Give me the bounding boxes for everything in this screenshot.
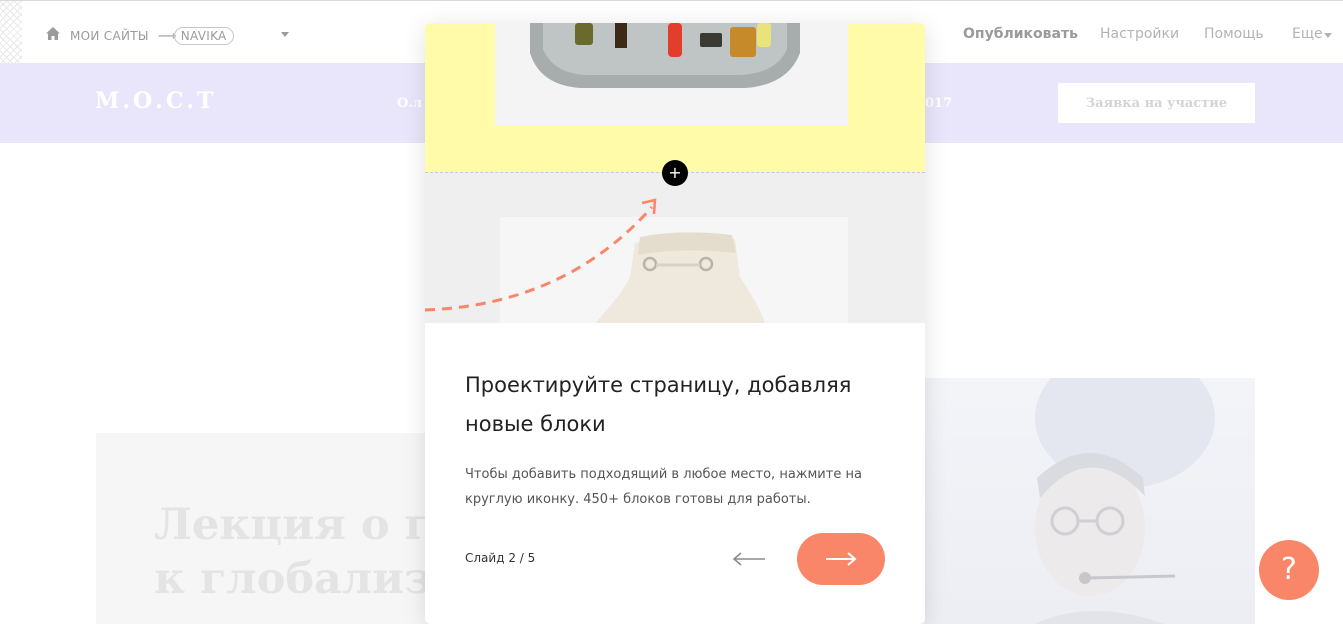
help-button[interactable]: ?: [1259, 540, 1319, 600]
help-link[interactable]: Помощь: [1204, 26, 1264, 42]
speaker-photo: [925, 378, 1255, 624]
chevron-down-icon[interactable]: [281, 32, 289, 37]
lecture-title: Лекция о г к глобализ: [154, 500, 432, 604]
site-logo[interactable]: М.О.С.Т: [95, 88, 216, 114]
next-slide-button[interactable]: [797, 533, 885, 585]
decorative-pattern: [0, 1, 22, 64]
breadcrumb: МОИ САЙТЫ ⟶ NAVIKA: [70, 27, 234, 45]
breadcrumb-my-sites[interactable]: МОИ САЙТЫ: [70, 29, 149, 43]
settings-link[interactable]: Настройки: [1100, 26, 1179, 42]
add-block-plus-icon[interactable]: +: [662, 160, 688, 186]
chevron-down-icon[interactable]: [1324, 33, 1332, 38]
arrow-right-icon: [826, 552, 857, 566]
apply-button[interactable]: Заявка на участие: [1058, 83, 1255, 123]
modal-illustration: +: [425, 23, 925, 323]
header-date-text: 017: [925, 96, 953, 111]
arrow-left-icon: [732, 552, 765, 566]
home-icon[interactable]: [46, 27, 60, 40]
breadcrumb-site-name[interactable]: NAVIKA: [173, 27, 234, 45]
prev-slide-button[interactable]: [731, 548, 769, 570]
speaker-illustration: [1035, 378, 1215, 624]
more-menu[interactable]: Еще: [1292, 26, 1323, 42]
modal-description: Чтобы добавить подходящий в любое место,…: [465, 467, 862, 507]
modal-title: Проектируйте страницу, добавляя новые бл…: [465, 373, 852, 436]
publish-link[interactable]: Опубликовать: [963, 26, 1078, 42]
header-menu-text: О.л: [397, 96, 423, 111]
slide-counter: Слайд 2 / 5: [465, 551, 536, 565]
onboarding-modal: + Проектируйте страницу, добавляя новые …: [425, 23, 925, 624]
